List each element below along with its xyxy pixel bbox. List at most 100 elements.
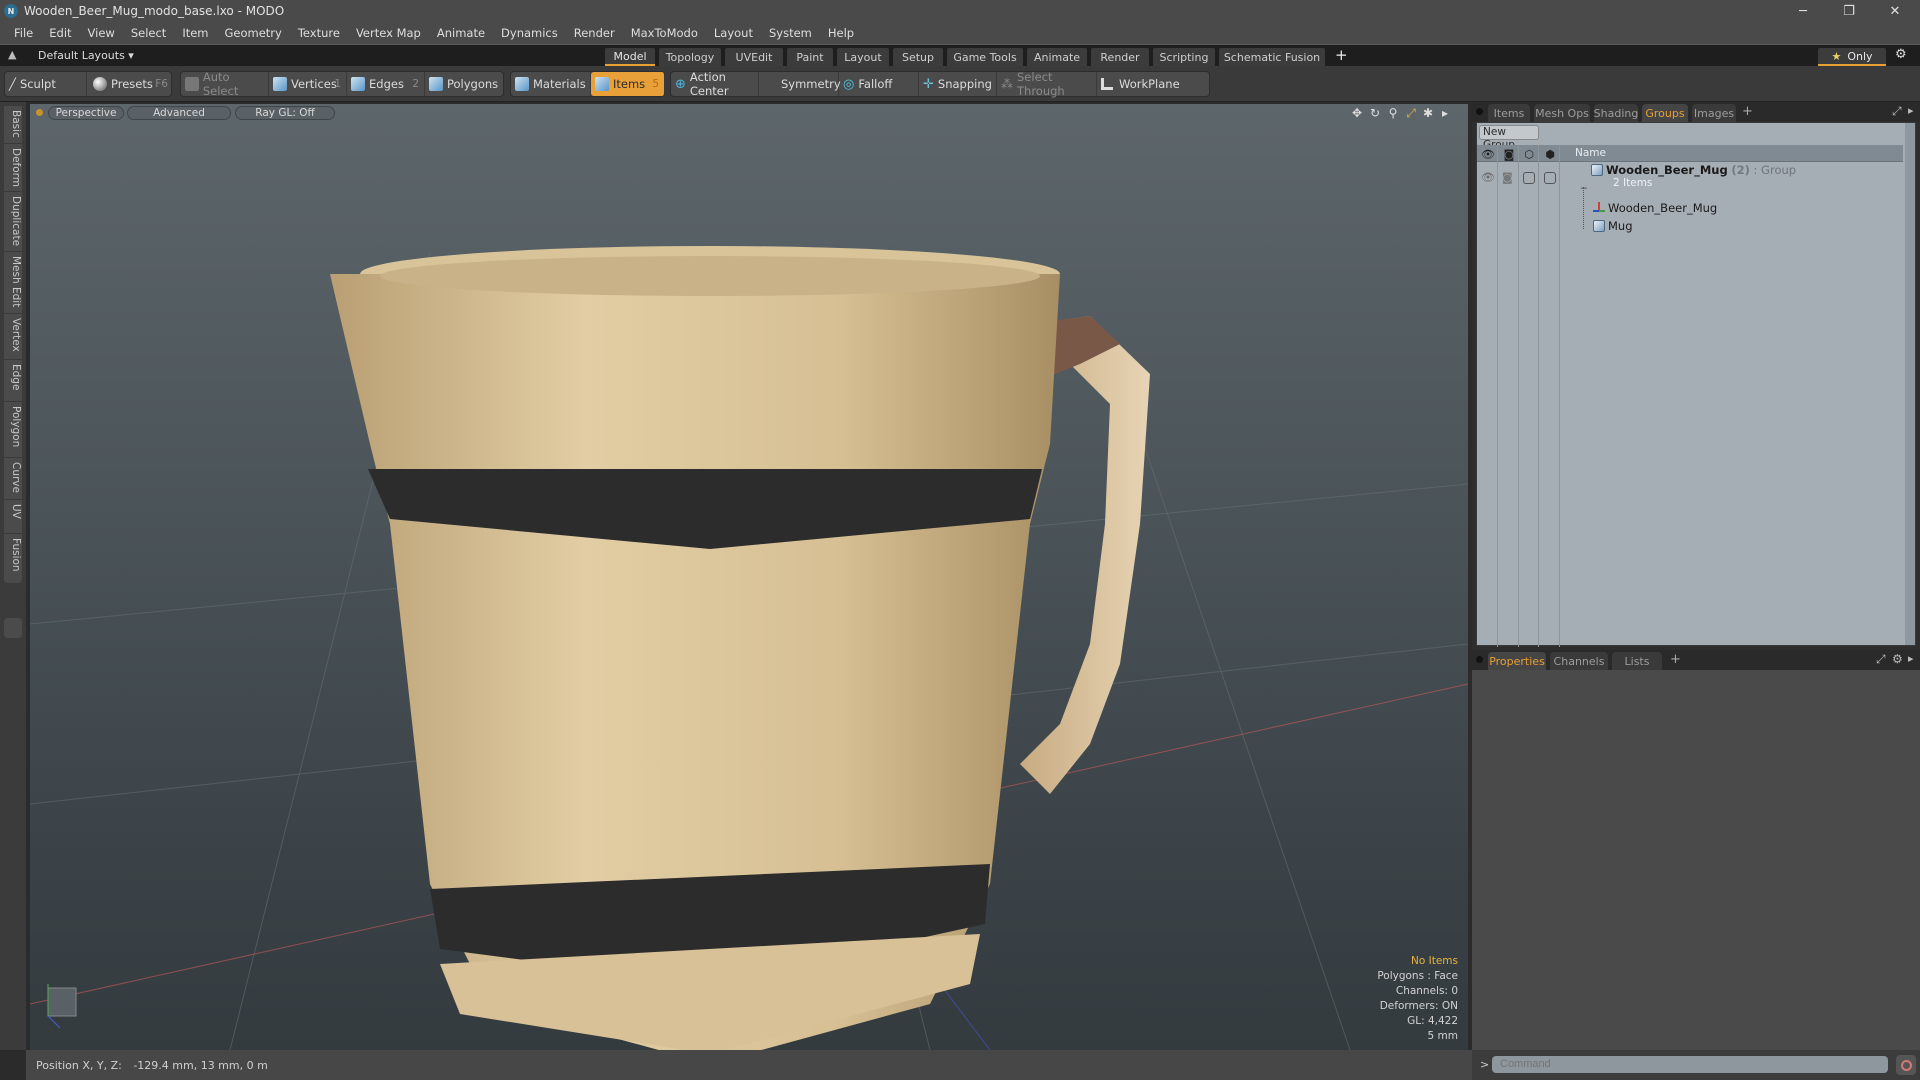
tab-paint[interactable]: Paint [787, 48, 833, 66]
menu-geometry[interactable]: Geometry [225, 26, 282, 40]
add-scene-tab-button[interactable]: + [1742, 104, 1753, 119]
select-through-button[interactable]: ⁂ Select Through [997, 70, 1097, 98]
menu-edit[interactable]: Edit [49, 26, 71, 40]
close-button[interactable]: ✕ [1872, 0, 1918, 22]
shading-mode-button[interactable]: Advanced [127, 106, 231, 120]
menu-vertex-map[interactable]: Vertex Map [356, 26, 421, 40]
vtab-duplicate[interactable]: Duplicate [4, 192, 22, 252]
vtab-vertex[interactable]: Vertex [4, 314, 22, 360]
vtab-deform[interactable]: Deform [4, 144, 22, 192]
row-select-toggle[interactable] [1544, 172, 1556, 184]
tab-uvedit[interactable]: UVEdit [725, 48, 783, 66]
props-expand-icon[interactable]: ⤢ [1876, 652, 1886, 667]
tab-images[interactable]: Images [1692, 104, 1736, 122]
row-render-toggle[interactable]: ◙ [1502, 171, 1513, 184]
props-gear-icon[interactable]: ⚙ [1892, 652, 1903, 666]
workplane-button[interactable]: WorkPlane [1097, 72, 1181, 96]
tab-shading[interactable]: Shading [1594, 104, 1638, 122]
action-center-button[interactable]: ⊕ Action Center [671, 70, 759, 98]
group-child-row[interactable]: Wooden_Beer_Mug [1477, 201, 1903, 219]
tab-items[interactable]: Items [1488, 104, 1530, 122]
menu-render[interactable]: Render [574, 26, 615, 40]
group-row[interactable]: 👁 ◙ _ Wooden_Beer_Mug (2) : Group 2 Item… [1477, 163, 1903, 197]
viewport-settings-icon[interactable]: ✱ [1421, 106, 1435, 120]
tab-mesh-ops[interactable]: Mesh Ops [1534, 104, 1590, 122]
menu-file[interactable]: File [14, 26, 33, 40]
menu-layout[interactable]: Layout [714, 26, 753, 40]
vtab-uv[interactable]: UV [4, 500, 22, 534]
polygons-button[interactable]: Polygons [425, 72, 503, 96]
column-name-header[interactable]: Name [1575, 147, 1606, 159]
tab-setup[interactable]: Setup [893, 48, 943, 66]
add-layout-tab-button[interactable]: + [1335, 46, 1348, 64]
vtab-edge[interactable]: Edge [4, 360, 22, 402]
tab-layout[interactable]: Layout [837, 48, 889, 66]
vtab-fusion[interactable]: Fusion [4, 534, 22, 584]
panel-menu-arrow-icon[interactable]: ▸ [1908, 104, 1914, 117]
tab-groups[interactable]: Groups [1642, 104, 1688, 122]
view-mode-button[interactable]: Perspective [48, 106, 124, 120]
rotate-icon[interactable]: ↻ [1368, 106, 1382, 120]
items-button[interactable]: Items 5 [591, 72, 665, 96]
collapse-arrow-icon[interactable]: ▲ [8, 48, 16, 61]
menu-item[interactable]: Item [182, 26, 208, 40]
menu-select[interactable]: Select [131, 26, 166, 40]
record-button[interactable] [1896, 1055, 1916, 1075]
menu-animate[interactable]: Animate [437, 26, 485, 40]
snapping-button[interactable]: ✛ Snapping [919, 72, 997, 96]
groups-scrollbar[interactable] [1905, 123, 1915, 645]
menu-dynamics[interactable]: Dynamics [501, 26, 558, 40]
add-props-tab-button[interactable]: + [1670, 652, 1681, 667]
command-input[interactable] [1492, 1056, 1888, 1073]
layouts-dropdown[interactable]: Default Layouts ▾ [38, 49, 134, 62]
tab-schematic-fusion[interactable]: Schematic Fusion [1219, 48, 1325, 66]
falloff-button[interactable]: ◎ Falloff [839, 72, 919, 96]
row-visibility-toggle[interactable]: 👁 [1481, 171, 1495, 184]
lock-cube-icon[interactable]: ⬡ [1522, 147, 1536, 161]
tab-topology[interactable]: Topology [659, 48, 721, 66]
tab-animate[interactable]: Animate [1027, 48, 1087, 66]
eye-icon[interactable]: 👁 [1481, 147, 1495, 161]
tab-properties[interactable]: Properties [1488, 652, 1546, 670]
restore-button[interactable]: ❐ [1826, 0, 1872, 22]
tab-render[interactable]: Render [1091, 48, 1149, 66]
tab-scripting[interactable]: Scripting [1153, 48, 1215, 66]
maximize-icon[interactable]: ⤢ [1404, 106, 1418, 120]
vertices-button[interactable]: Vertices 1 [269, 72, 347, 96]
minimize-button[interactable]: ─ [1780, 0, 1826, 22]
tab-game-tools[interactable]: Game Tools [947, 48, 1023, 66]
symmetry-button[interactable]: Symmetry [759, 72, 841, 96]
vtab-basic[interactable]: Basic [4, 106, 22, 144]
group-child-row[interactable]: Mug [1477, 219, 1903, 237]
tab-model[interactable]: Model [605, 48, 655, 66]
edges-button[interactable]: Edges 2 [347, 72, 425, 96]
menu-help[interactable]: Help [828, 26, 854, 40]
gear-icon[interactable]: ⚙ [1895, 47, 1907, 62]
presets-button[interactable]: Presets F6 [89, 72, 173, 96]
3d-viewport[interactable]: Perspective Advanced Ray GL: Off ✥ ↻ ⚲ ⤢… [30, 104, 1468, 1050]
tab-channels[interactable]: Channels [1550, 652, 1608, 670]
palette-button[interactable] [4, 618, 22, 638]
pan-icon[interactable]: ✥ [1350, 106, 1364, 120]
menu-view[interactable]: View [88, 26, 115, 40]
menu-maxtomodo[interactable]: MaxToModo [631, 26, 698, 40]
camera-icon[interactable]: ◙ [1502, 147, 1516, 161]
menu-texture[interactable]: Texture [298, 26, 340, 40]
select-cube-icon[interactable]: ⬢ [1543, 147, 1557, 161]
viewport-menu-arrow-icon[interactable]: ▸ [1438, 106, 1452, 120]
props-menu-arrow-icon[interactable]: ▸ [1908, 652, 1914, 665]
panel-expand-icon[interactable]: ⤢ [1892, 104, 1902, 119]
raygl-button[interactable]: Ray GL: Off [235, 106, 335, 120]
zoom-icon[interactable]: ⚲ [1386, 106, 1400, 120]
new-group-button[interactable]: New Group [1479, 125, 1539, 151]
row-lock-toggle[interactable] [1523, 172, 1535, 184]
vtab-mesh-edit[interactable]: Mesh Edit [4, 252, 22, 314]
materials-button[interactable]: Materials [511, 72, 591, 96]
auto-select-button[interactable]: Auto Select [181, 70, 269, 98]
vtab-polygon[interactable]: Polygon [4, 402, 22, 458]
menu-system[interactable]: System [769, 26, 812, 40]
vtab-curve[interactable]: Curve [4, 458, 22, 500]
sculpt-button[interactable]: ╱ Sculpt [5, 72, 87, 96]
only-button[interactable]: ★ Only [1818, 48, 1886, 66]
tab-lists[interactable]: Lists [1612, 652, 1662, 670]
